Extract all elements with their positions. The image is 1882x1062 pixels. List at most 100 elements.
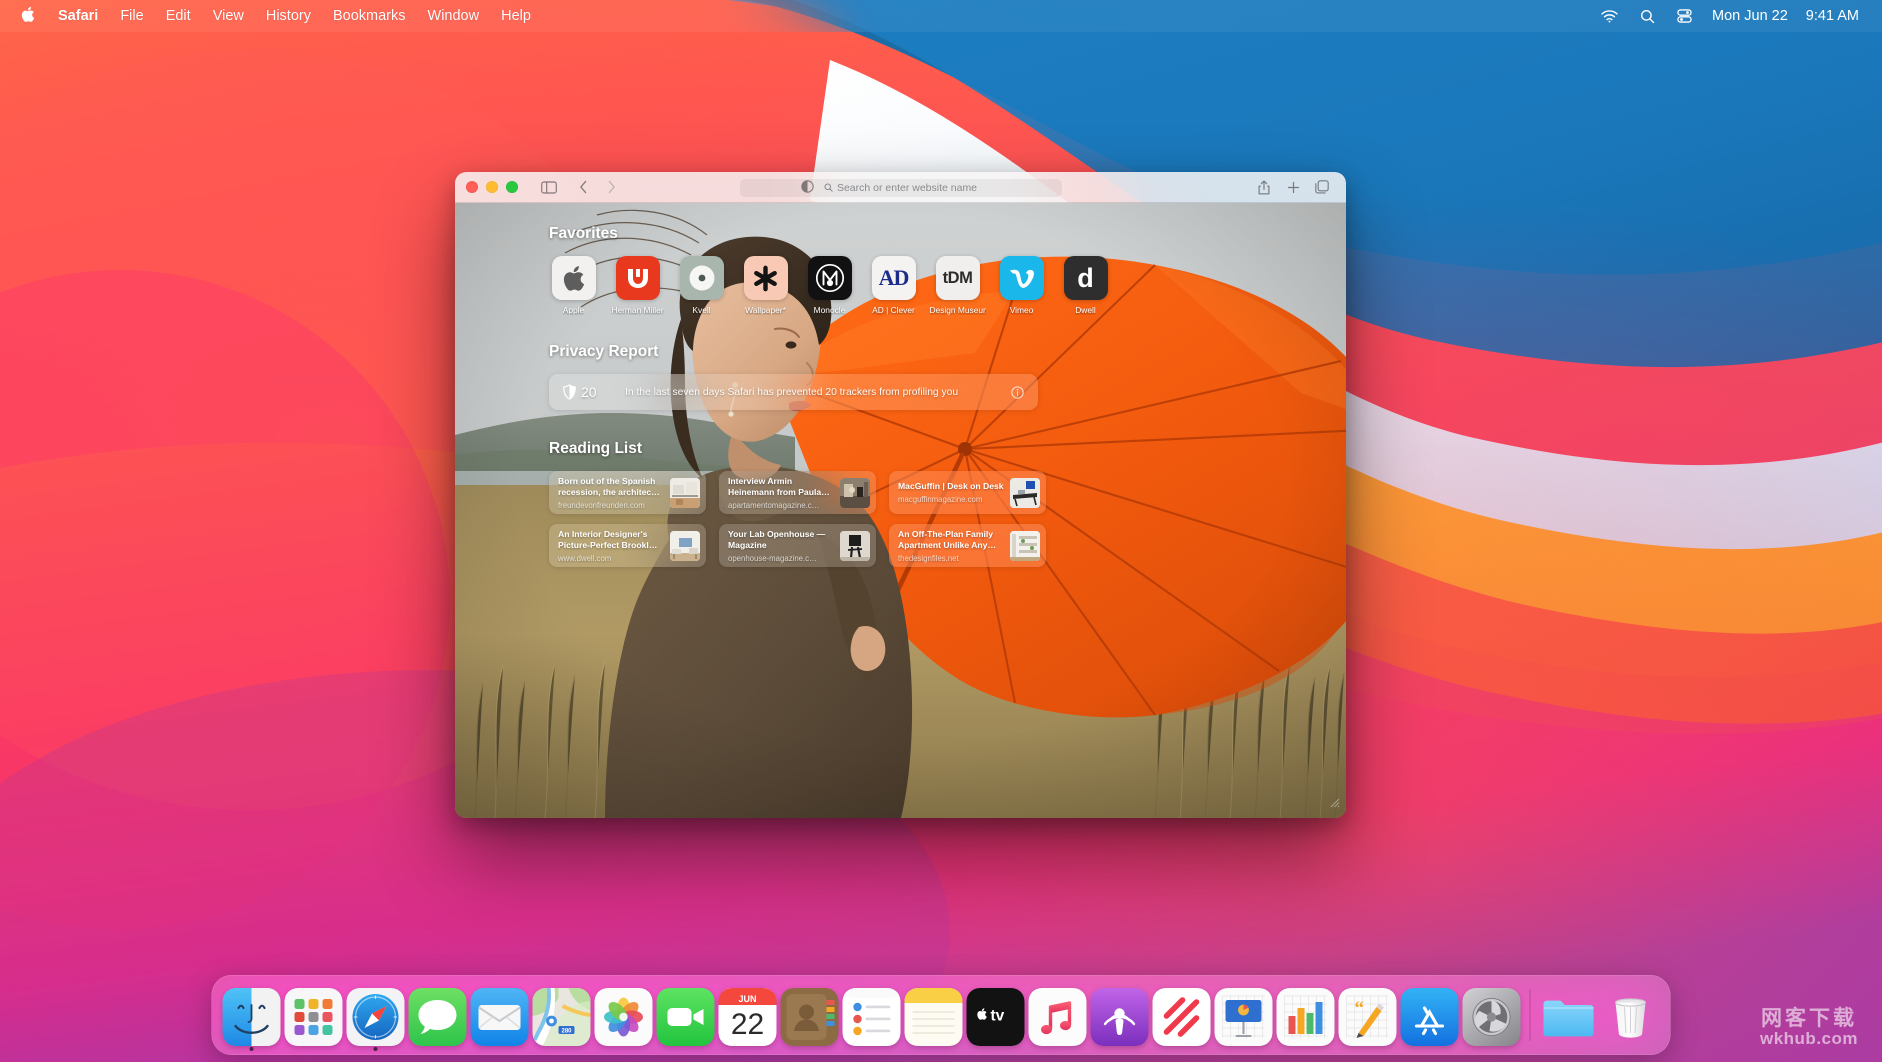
apple-menu[interactable]: [14, 6, 47, 27]
menu-item-edit[interactable]: Edit: [155, 0, 202, 32]
keynote-icon: [1215, 988, 1273, 1046]
reading-item-title: An Interior Designer's Picture-Perfect B…: [558, 529, 665, 551]
sidebar-toggle-icon[interactable]: [536, 176, 562, 198]
reminders-icon: [843, 988, 901, 1046]
reading-item-url: freundevonfreunden.com: [558, 501, 665, 510]
dock-item-music[interactable]: [1027, 979, 1089, 1051]
info-circle-icon[interactable]: [1011, 386, 1024, 399]
start-page-content: Favorites Apple: [455, 203, 1346, 567]
toolbar-right-controls: [1251, 176, 1335, 198]
favorite-apple[interactable]: Apple: [549, 256, 598, 315]
dock-item-keynote[interactable]: [1213, 979, 1275, 1051]
dock-item-safari[interactable]: [345, 979, 407, 1051]
dock-item-launchpad[interactable]: [283, 979, 345, 1051]
dock-item-maps[interactable]: 280: [531, 979, 593, 1051]
reading-list-grid: Born out of the Spanish recession, the a…: [549, 471, 1270, 567]
dock-item-downloads[interactable]: [1538, 979, 1600, 1051]
reading-list-item[interactable]: An Interior Designer's Picture-Perfect B…: [549, 524, 706, 567]
dock-item-photos[interactable]: [593, 979, 655, 1051]
dock-item-facetime[interactable]: [655, 979, 717, 1051]
wifi-icon[interactable]: [1590, 0, 1629, 32]
dock-item-reminders[interactable]: [841, 979, 903, 1051]
dock-item-notes[interactable]: [903, 979, 965, 1051]
dock-item-system-preferences[interactable]: [1461, 979, 1523, 1051]
dock-item-pages[interactable]: “: [1337, 979, 1399, 1051]
reading-item-title: MacGuffin | Desk on Desk: [898, 481, 1005, 492]
share-icon[interactable]: [1251, 176, 1277, 198]
dock-item-trash[interactable]: [1600, 979, 1662, 1051]
pages-icon: “: [1339, 988, 1397, 1046]
apple-logo-icon: [20, 6, 35, 27]
reading-list-item[interactable]: MacGuffin | Desk on Desk macguffinmagazi…: [889, 471, 1046, 514]
reading-item-thumbnail: [670, 531, 700, 561]
reading-item-url: apartamentomagazine.c…: [728, 501, 835, 510]
favorite-wallpaper[interactable]: Wallpaper*: [741, 256, 790, 315]
dock-item-numbers[interactable]: [1275, 979, 1337, 1051]
favorite-herman-miller[interactable]: Herman Miller: [613, 256, 662, 315]
search-icon[interactable]: [1629, 0, 1666, 32]
menu-item-history[interactable]: History: [255, 0, 322, 32]
menu-item-window[interactable]: Window: [417, 0, 491, 32]
calendar-icon: JUN 22: [719, 988, 777, 1046]
dock-separator: [1530, 989, 1531, 1041]
favorite-vimeo[interactable]: Vimeo: [997, 256, 1046, 315]
launchpad-icon: [285, 988, 343, 1046]
reading-list-item[interactable]: Your Lab Openhouse — Magazine openhouse-…: [719, 524, 876, 567]
plus-icon[interactable]: [1280, 176, 1306, 198]
window-resize-grip[interactable]: [1328, 795, 1340, 813]
favorite-label: Wallpaper*: [745, 305, 786, 315]
menu-item-bookmarks[interactable]: Bookmarks: [322, 0, 417, 32]
menu-bar-clock[interactable]: 9:41 AM: [1797, 0, 1868, 32]
menu-item-help[interactable]: Help: [490, 0, 542, 32]
favorite-ad-clever[interactable]: AD AD | Clever: [869, 256, 918, 315]
reader-view-icon[interactable]: [801, 180, 817, 196]
reading-list-item[interactable]: Born out of the Spanish recession, the a…: [549, 471, 706, 514]
reading-item-url: www.dwell.com: [558, 554, 665, 563]
reading-item-url: macguffinmagazine.com: [898, 495, 1005, 504]
dock-item-tv[interactable]: tv: [965, 979, 1027, 1051]
favorite-kvell[interactable]: Kvell: [677, 256, 726, 315]
dock-item-mail[interactable]: [469, 979, 531, 1051]
dwell-favicon-icon: d: [1064, 256, 1108, 300]
zoom-button[interactable]: [506, 181, 518, 193]
dock-item-app-store[interactable]: [1399, 979, 1461, 1051]
menu-bar-date[interactable]: Mon Jun 22: [1703, 0, 1797, 32]
favorite-monocle[interactable]: Monocle: [805, 256, 854, 315]
menu-item-file[interactable]: File: [109, 0, 154, 32]
menu-item-safari[interactable]: Safari: [47, 0, 109, 32]
maps-icon: 280: [533, 988, 591, 1046]
close-button[interactable]: [466, 181, 478, 193]
tab-overview-icon[interactable]: [1309, 176, 1335, 198]
favorite-label: Apple: [563, 305, 584, 315]
menu-item-view[interactable]: View: [202, 0, 255, 32]
svg-text:280: 280: [561, 1028, 572, 1034]
appletv-icon: tv: [967, 988, 1025, 1046]
dock-item-calendar[interactable]: JUN 22: [717, 979, 779, 1051]
privacy-report-card[interactable]: 20 In the last seven days Safari has pre…: [549, 374, 1038, 410]
reading-item-url: thedesignfiles.net: [898, 554, 1005, 563]
navigation-buttons: [570, 176, 624, 198]
safari-window[interactable]: Search or enter website name: [455, 172, 1346, 818]
reading-list-item[interactable]: Interview Armin Heinemann from Paula… ap…: [719, 471, 876, 514]
dock-item-contacts[interactable]: [779, 979, 841, 1051]
search-input[interactable]: Search or enter website name: [740, 179, 1062, 197]
messages-icon: [409, 988, 467, 1046]
reading-item-text: An Interior Designer's Picture-Perfect B…: [558, 529, 670, 563]
favorite-design-museum[interactable]: tDM Design Museum: [933, 256, 982, 315]
reading-item-title: An Off-The-Plan Family Apartment Unlike …: [898, 529, 1005, 551]
chevron-right-icon[interactable]: [598, 176, 624, 198]
running-indicator: [374, 1047, 378, 1051]
dock-item-finder[interactable]: [221, 979, 283, 1051]
minimize-button[interactable]: [486, 181, 498, 193]
favorite-dwell[interactable]: d Dwell: [1061, 256, 1110, 315]
dock-item-podcasts[interactable]: [1089, 979, 1151, 1051]
reading-list-item[interactable]: An Off-The-Plan Family Apartment Unlike …: [889, 524, 1046, 567]
appstore-icon: [1401, 988, 1459, 1046]
facetime-icon: [657, 988, 715, 1046]
dock-item-messages[interactable]: [407, 979, 469, 1051]
apple-favicon-icon: [552, 256, 596, 300]
favorite-label: Design Museum: [930, 305, 986, 315]
chevron-left-icon[interactable]: [570, 176, 596, 198]
control-center-icon[interactable]: [1666, 0, 1703, 32]
dock-item-news[interactable]: [1151, 979, 1213, 1051]
